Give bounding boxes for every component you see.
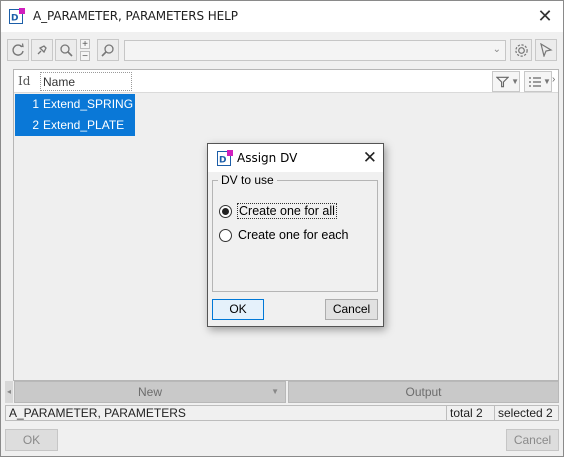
row-id: 1 — [32, 97, 39, 111]
new-button-label: New — [137, 385, 162, 399]
chevron-down-icon: ▼ — [271, 387, 279, 396]
filter-combo[interactable]: ⌄ — [124, 40, 506, 61]
select-cursor-button[interactable] — [535, 39, 557, 61]
row-name: Extend_SPRING — [43, 97, 134, 111]
select-cursor-icon — [540, 43, 553, 57]
status-total: total 2 — [450, 406, 483, 420]
svg-text:D: D — [11, 14, 18, 24]
search-button[interactable] — [97, 39, 119, 61]
window-close-icon[interactable]: ✕ — [535, 6, 555, 26]
refresh-button[interactable] — [7, 39, 29, 61]
refresh-icon — [12, 43, 24, 56]
chevron-right-icon[interactable]: › — [552, 74, 555, 85]
status-bar: A_PARAMETER, PARAMETERS total 2 selected… — [5, 405, 559, 421]
pin-button[interactable] — [31, 39, 53, 61]
status-selected: selected 2 — [498, 406, 553, 420]
list-header: Id Name ▼ ▼ › — [14, 70, 558, 93]
dialog-close-icon[interactable]: ✕ — [363, 148, 377, 168]
chevron-down-icon: ▼ — [543, 77, 551, 86]
window-title: A_PARAMETER, PARAMETERS HELP — [33, 9, 238, 23]
window-titlebar: D A_PARAMETER, PARAMETERS HELP ✕ — [1, 1, 563, 32]
panel-buttons: New ▼ Output — [13, 381, 559, 403]
new-button[interactable]: New ▼ — [14, 381, 286, 403]
radio-create-one-for-each[interactable] — [219, 229, 232, 242]
group-label: DV to use — [218, 173, 277, 187]
dv-to-use-group: DV to use Create one for all Create one … — [212, 173, 378, 292]
chevron-down-icon[interactable]: ⌄ — [493, 44, 501, 55]
list-row[interactable]: 2 Extend_PLATE — [15, 115, 135, 136]
radio-create-one-for-all[interactable] — [219, 205, 232, 218]
output-button[interactable]: Output — [288, 381, 559, 403]
zoom-button[interactable] — [55, 39, 77, 61]
settings-icon — [514, 43, 528, 57]
column-header-id[interactable]: Id — [18, 74, 30, 88]
row-name: Extend_PLATE — [43, 118, 125, 132]
assign-dv-dialog: D Assign DV ✕ DV to use Create one for a… — [207, 143, 384, 327]
scroll-left-button[interactable]: ◂ — [5, 381, 13, 403]
dialog-ok-button[interactable]: OK — [212, 299, 264, 320]
radio-label-create-one-for-all[interactable]: Create one for all — [237, 203, 337, 219]
filter-button[interactable]: ▼ — [492, 71, 520, 92]
chevron-down-icon: ▼ — [511, 77, 519, 86]
dialog-cancel-button[interactable]: Cancel — [325, 299, 378, 320]
status-divider — [494, 406, 495, 420]
svg-text:D: D — [219, 156, 226, 166]
row-id: 2 — [32, 118, 39, 132]
columns-list-icon — [529, 76, 541, 87]
zoom-out-button[interactable]: − — [80, 51, 90, 62]
cancel-button[interactable]: Cancel — [506, 429, 559, 451]
app-logo-icon: D — [9, 8, 25, 24]
list-row[interactable]: 1 Extend_SPRING — [15, 94, 135, 115]
output-button-label: Output — [405, 385, 442, 399]
columns-button[interactable]: ▼ — [524, 71, 552, 92]
zoom-in-button[interactable]: + — [80, 39, 90, 50]
radio-label-create-one-for-each[interactable]: Create one for each — [238, 228, 349, 242]
settings-button[interactable] — [510, 39, 532, 61]
filter-icon — [496, 76, 510, 87]
zoom-icon — [60, 44, 73, 57]
ok-button[interactable]: OK — [5, 429, 58, 451]
status-source: A_PARAMETER, PARAMETERS — [9, 406, 186, 420]
dialog-title: Assign DV — [237, 151, 298, 165]
status-divider — [446, 406, 447, 420]
column-header-name[interactable]: Name — [40, 72, 132, 91]
pin-icon — [37, 45, 47, 55]
dialog-titlebar: D Assign DV ✕ — [208, 144, 383, 172]
app-logo-icon: D — [217, 150, 233, 166]
search-icon — [101, 44, 114, 57]
